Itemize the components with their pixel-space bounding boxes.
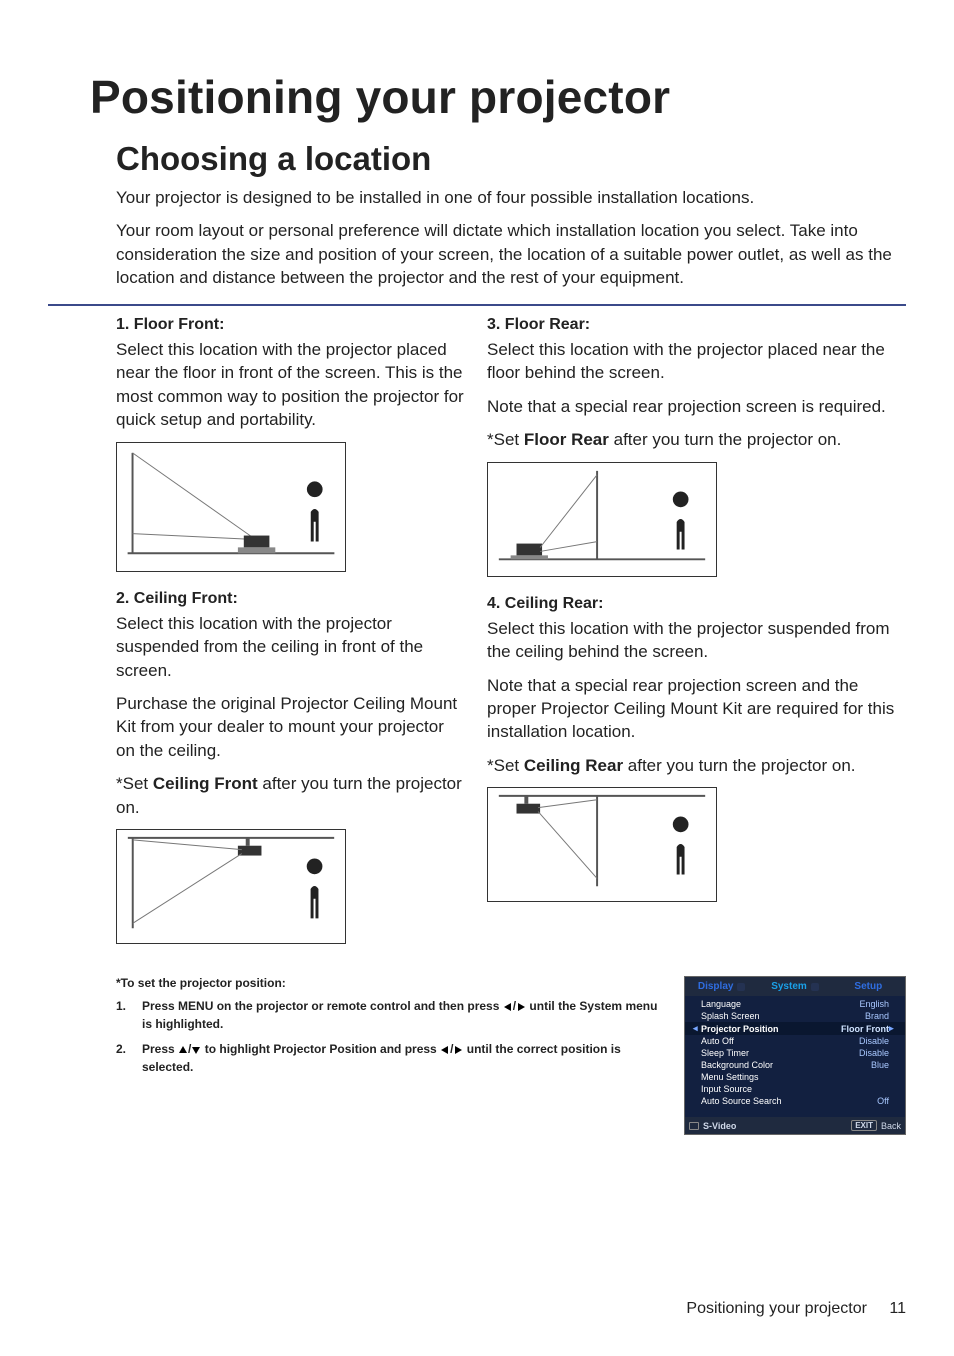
footer-instructions: *To set the projector position: 1. Press… [116, 976, 906, 1135]
ceiling-front-head: 2. Ceiling Front: [116, 590, 467, 608]
ceiling-rear-svg [488, 788, 716, 901]
section-divider [48, 304, 906, 306]
osd-row: Background ColorBlue [685, 1059, 905, 1071]
ceiling-front-diagram [116, 829, 346, 944]
foot-step-2-num: 2. [116, 1041, 130, 1075]
column-right: 3. Floor Rear: Select this location with… [487, 316, 906, 962]
ceiling-rear-set-bold: Ceiling Rear [524, 756, 623, 775]
floor-front-text: Select this location with the projector … [116, 338, 467, 432]
tab-indicator-icon [737, 983, 745, 991]
page-number: 11 [889, 1300, 906, 1317]
osd-row: LanguageEnglish [685, 998, 905, 1010]
foot-step-1: 1. Press MENU on the projector or remote… [116, 998, 660, 1032]
ceiling-rear-set: *Set Ceiling Rear after you turn the pro… [487, 754, 906, 777]
osd-row: Splash ScreenBrand [685, 1010, 905, 1022]
page-footer-text: Positioning your projector [686, 1300, 867, 1317]
positions-columns: 1. Floor Front: Select this location wit… [48, 316, 906, 962]
ceiling-rear-p1: Select this location with the projector … [487, 617, 906, 664]
intro-paragraph-1: Your projector is designed to be install… [116, 186, 906, 209]
floor-rear-head: 3. Floor Rear: [487, 316, 906, 334]
foot-step-2: 2. Press / to highlight Projector Positi… [116, 1041, 660, 1075]
triangle-down-icon [191, 1043, 201, 1059]
osd-row: Input Source [685, 1083, 905, 1095]
ceiling-front-set: *Set Ceiling Front after you turn the pr… [116, 772, 467, 819]
floor-rear-set-pre: *Set [487, 430, 524, 449]
column-left: 1. Floor Front: Select this location wit… [48, 316, 467, 962]
osd-source: S-Video [689, 1121, 847, 1131]
osd-back-label: Back [881, 1121, 901, 1131]
source-icon [689, 1122, 699, 1130]
ceiling-rear-block: 4. Ceiling Rear: Select this location wi… [487, 595, 906, 903]
foot-step-1-text: Press MENU on the projector or remote co… [142, 998, 660, 1032]
triangle-right-icon [516, 1000, 526, 1016]
triangle-right-icon [453, 1043, 463, 1059]
floor-front-head: 1. Floor Front: [116, 316, 467, 334]
ceiling-front-block: 2. Ceiling Front: Select this location w… [48, 590, 467, 945]
floor-front-diagram [116, 442, 346, 572]
triangle-left-icon: ◂ [693, 1023, 701, 1034]
triangle-right-icon: ▸ [889, 1023, 897, 1034]
intro-paragraph-2: Your room layout or personal preference … [116, 219, 906, 289]
osd-row: Auto OffDisable [685, 1035, 905, 1047]
ceiling-front-set-bold: Ceiling Front [153, 774, 258, 793]
tab-indicator-icon [811, 983, 819, 991]
floor-rear-set: *Set Floor Rear after you turn the proje… [487, 428, 906, 451]
ceiling-rear-head: 4. Ceiling Rear: [487, 595, 906, 613]
floor-rear-set-bold: Floor Rear [524, 430, 609, 449]
ceiling-rear-diagram [487, 787, 717, 902]
foot-step-1-num: 1. [116, 998, 130, 1032]
ceiling-rear-set-post: after you turn the projector on. [623, 756, 855, 775]
ceiling-front-p2: Purchase the original Projector Ceiling … [116, 692, 467, 762]
triangle-left-icon [440, 1043, 450, 1059]
osd-row: Sleep TimerDisable [685, 1047, 905, 1059]
floor-rear-block: 3. Floor Rear: Select this location with… [487, 316, 906, 577]
osd-tab-display: Display [685, 977, 758, 996]
foot-step-1a: Press MENU on the projector or remote co… [142, 999, 503, 1013]
osd-tabs: Display System Setup [685, 977, 905, 996]
floor-rear-p1: Select this location with the projector … [487, 338, 906, 385]
foot-step-2b: to highlight Projector Position and pres… [205, 1042, 440, 1056]
floor-front-svg [117, 443, 345, 571]
triangle-up-icon [178, 1043, 188, 1059]
osd-tab-system: System [758, 977, 831, 996]
osd-menu: Display System Setup LanguageEnglish Spl… [684, 976, 906, 1135]
triangle-left-icon [503, 1000, 513, 1016]
page-footer: Positioning your projector 11 [686, 1300, 906, 1318]
section-heading: Choosing a location [116, 140, 906, 178]
floor-rear-p2: Note that a special rear projection scre… [487, 395, 906, 418]
osd-row: Menu Settings [685, 1071, 905, 1083]
foot-step-2a: Press [142, 1042, 178, 1056]
foot-steps: *To set the projector position: 1. Press… [116, 976, 660, 1135]
osd-row-highlighted: ◂Projector PositionFloor Front▸ [685, 1022, 905, 1035]
osd-tab-setup: Setup [832, 977, 905, 996]
foot-title: *To set the projector position: [116, 976, 660, 990]
floor-front-block: 1. Floor Front: Select this location wit… [48, 316, 467, 572]
floor-rear-svg [488, 463, 716, 576]
ceiling-front-set-pre: *Set [116, 774, 153, 793]
osd-footer: S-Video EXIT Back [685, 1117, 905, 1134]
floor-rear-set-post: after you turn the projector on. [609, 430, 841, 449]
ceiling-rear-set-pre: *Set [487, 756, 524, 775]
page-title: Positioning your projector [90, 70, 906, 124]
osd-body: LanguageEnglish Splash ScreenBrand ◂Proj… [685, 996, 905, 1117]
ceiling-front-p1: Select this location with the projector … [116, 612, 467, 682]
ceiling-rear-p2: Note that a special rear projection scre… [487, 674, 906, 744]
ceiling-front-svg [117, 830, 345, 943]
foot-step-2-text: Press / to highlight Projector Position … [142, 1041, 660, 1075]
osd-row: Auto Source SearchOff [685, 1095, 905, 1107]
floor-rear-diagram [487, 462, 717, 577]
osd-exit-button: EXIT [851, 1120, 877, 1131]
